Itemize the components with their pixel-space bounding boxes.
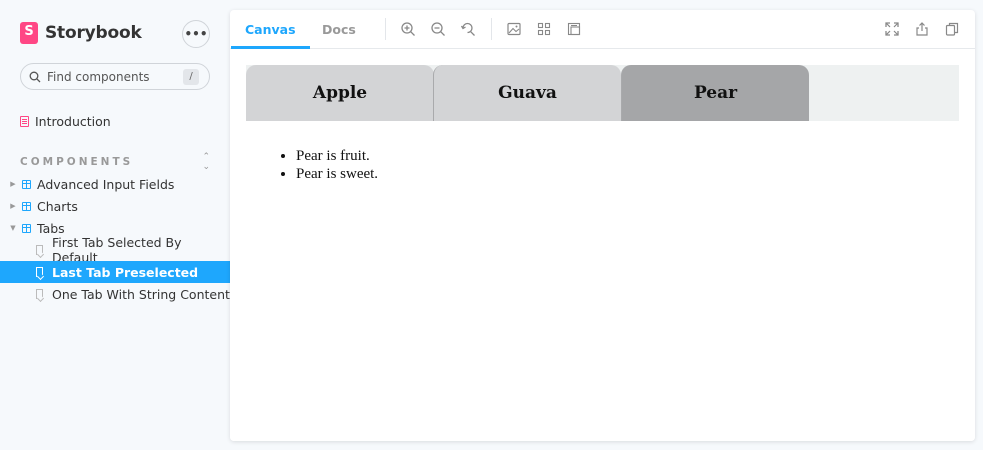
sidebar-item-label: Tabs bbox=[37, 220, 65, 236]
component-icon bbox=[22, 201, 31, 211]
toolbar-divider bbox=[491, 18, 492, 40]
search-icon bbox=[29, 71, 41, 82]
background-icon[interactable] bbox=[506, 21, 522, 37]
sidebar-item-label: Introduction bbox=[35, 114, 111, 129]
fruit-tab-pear[interactable]: Pear bbox=[621, 65, 809, 121]
sidebar: Storybook ••• / Introduction COMPONENTS … bbox=[0, 0, 230, 450]
main-panel: Canvas Docs Apple Guava Pear Pear is fru… bbox=[230, 10, 975, 441]
fullscreen-icon[interactable] bbox=[884, 21, 900, 37]
sidebar-item-label: Last Tab Preselected bbox=[52, 264, 199, 280]
zoom-in-icon[interactable] bbox=[400, 21, 416, 37]
menu-button[interactable]: ••• bbox=[182, 20, 210, 48]
share-icon[interactable] bbox=[914, 21, 930, 37]
component-icon bbox=[22, 223, 31, 233]
search-box[interactable]: / bbox=[20, 63, 210, 90]
bookmark-icon bbox=[36, 289, 43, 299]
zoom-out-icon[interactable] bbox=[430, 21, 446, 37]
caret-right-icon: ▶ bbox=[10, 202, 16, 210]
tab-canvas[interactable]: Canvas bbox=[231, 10, 310, 49]
bookmark-icon bbox=[36, 267, 43, 277]
section-title: COMPONENTS bbox=[20, 156, 134, 168]
copy-link-icon[interactable] bbox=[944, 21, 960, 37]
storybook-logo-icon bbox=[20, 22, 38, 44]
search-input[interactable] bbox=[47, 69, 167, 84]
sidebar-item-charts[interactable]: ▶ Charts bbox=[8, 195, 230, 217]
brand-title: Storybook bbox=[45, 23, 142, 43]
sidebar-item-label: Charts bbox=[37, 198, 78, 214]
grid-icon[interactable] bbox=[536, 21, 552, 37]
tab-docs[interactable]: Docs bbox=[308, 10, 370, 49]
story-preview: Apple Guava Pear Pear is fruit. Pear is … bbox=[230, 50, 975, 441]
toolbar-divider bbox=[385, 18, 386, 40]
sidebar-item-label: One Tab With String Content bbox=[52, 286, 230, 302]
caret-right-icon: ▶ bbox=[10, 180, 16, 188]
fruit-tab-bar: Apple Guava Pear bbox=[246, 65, 959, 121]
outline-icon[interactable] bbox=[566, 21, 582, 37]
fruit-tab-apple[interactable]: Apple bbox=[246, 65, 434, 121]
sidebar-item-advanced-input-fields[interactable]: ▶ Advanced Input Fields bbox=[8, 173, 230, 195]
sidebar-item-label: Advanced Input Fields bbox=[37, 176, 175, 192]
fruit-tab-guava[interactable]: Guava bbox=[433, 65, 621, 121]
brand[interactable]: Storybook bbox=[20, 22, 142, 44]
toolbar: Canvas Docs bbox=[230, 10, 975, 49]
collapse-toggle-icon[interactable]: ⌃ ⌄ bbox=[202, 152, 210, 172]
sidebar-story-last-tab-preselected[interactable]: Last Tab Preselected bbox=[0, 261, 230, 283]
tab-content-list: Pear is fruit. Pear is sweet. bbox=[280, 147, 378, 183]
list-item: Pear is fruit. bbox=[296, 147, 378, 165]
sidebar-story-one-tab-with-string-content[interactable]: One Tab With String Content bbox=[0, 283, 230, 305]
components-section-header: COMPONENTS ⌃ ⌄ bbox=[20, 152, 210, 172]
zoom-reset-icon[interactable] bbox=[460, 21, 476, 37]
list-item: Pear is sweet. bbox=[296, 165, 378, 183]
document-icon bbox=[20, 116, 29, 127]
bookmark-icon bbox=[36, 245, 43, 255]
sidebar-story-first-tab-selected-by-default[interactable]: First Tab Selected By Default bbox=[0, 235, 230, 265]
caret-down-icon: ▼ bbox=[10, 224, 16, 232]
component-icon bbox=[22, 179, 31, 189]
search-shortcut-badge: / bbox=[183, 69, 199, 85]
sidebar-item-introduction[interactable]: Introduction bbox=[20, 114, 111, 129]
